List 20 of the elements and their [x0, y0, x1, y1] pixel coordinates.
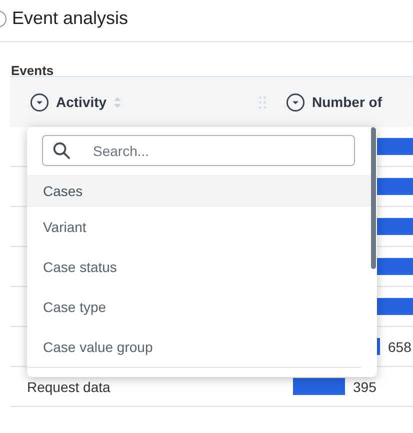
- search-field[interactable]: Search...: [42, 135, 355, 166]
- menu-item[interactable]: Cases: [27, 175, 373, 207]
- search-icon: [53, 142, 70, 159]
- sort-icon[interactable]: [114, 96, 121, 108]
- menu-item[interactable]: Case type: [27, 287, 373, 327]
- menu-item[interactable]: Case value group: [27, 327, 373, 367]
- column-header[interactable]: Activity: [56, 94, 107, 110]
- drag-handle-icon[interactable]: [259, 96, 266, 108]
- count-cell: 658: [388, 338, 412, 354]
- chevron-down-icon[interactable]: [30, 92, 49, 112]
- page-title: Event analysis: [12, 8, 128, 29]
- chevron-down-icon[interactable]: [286, 92, 305, 112]
- menu-item[interactable]: Case status: [27, 247, 373, 287]
- bar: [293, 378, 345, 395]
- count-cell: 395: [353, 378, 376, 394]
- scrollbar[interactable]: [371, 127, 376, 269]
- column-header[interactable]: Number of: [312, 94, 382, 110]
- section-title: Events: [10, 62, 55, 76]
- menu-item[interactable]: Variant: [27, 207, 373, 247]
- activity-cell: Request data: [27, 378, 110, 394]
